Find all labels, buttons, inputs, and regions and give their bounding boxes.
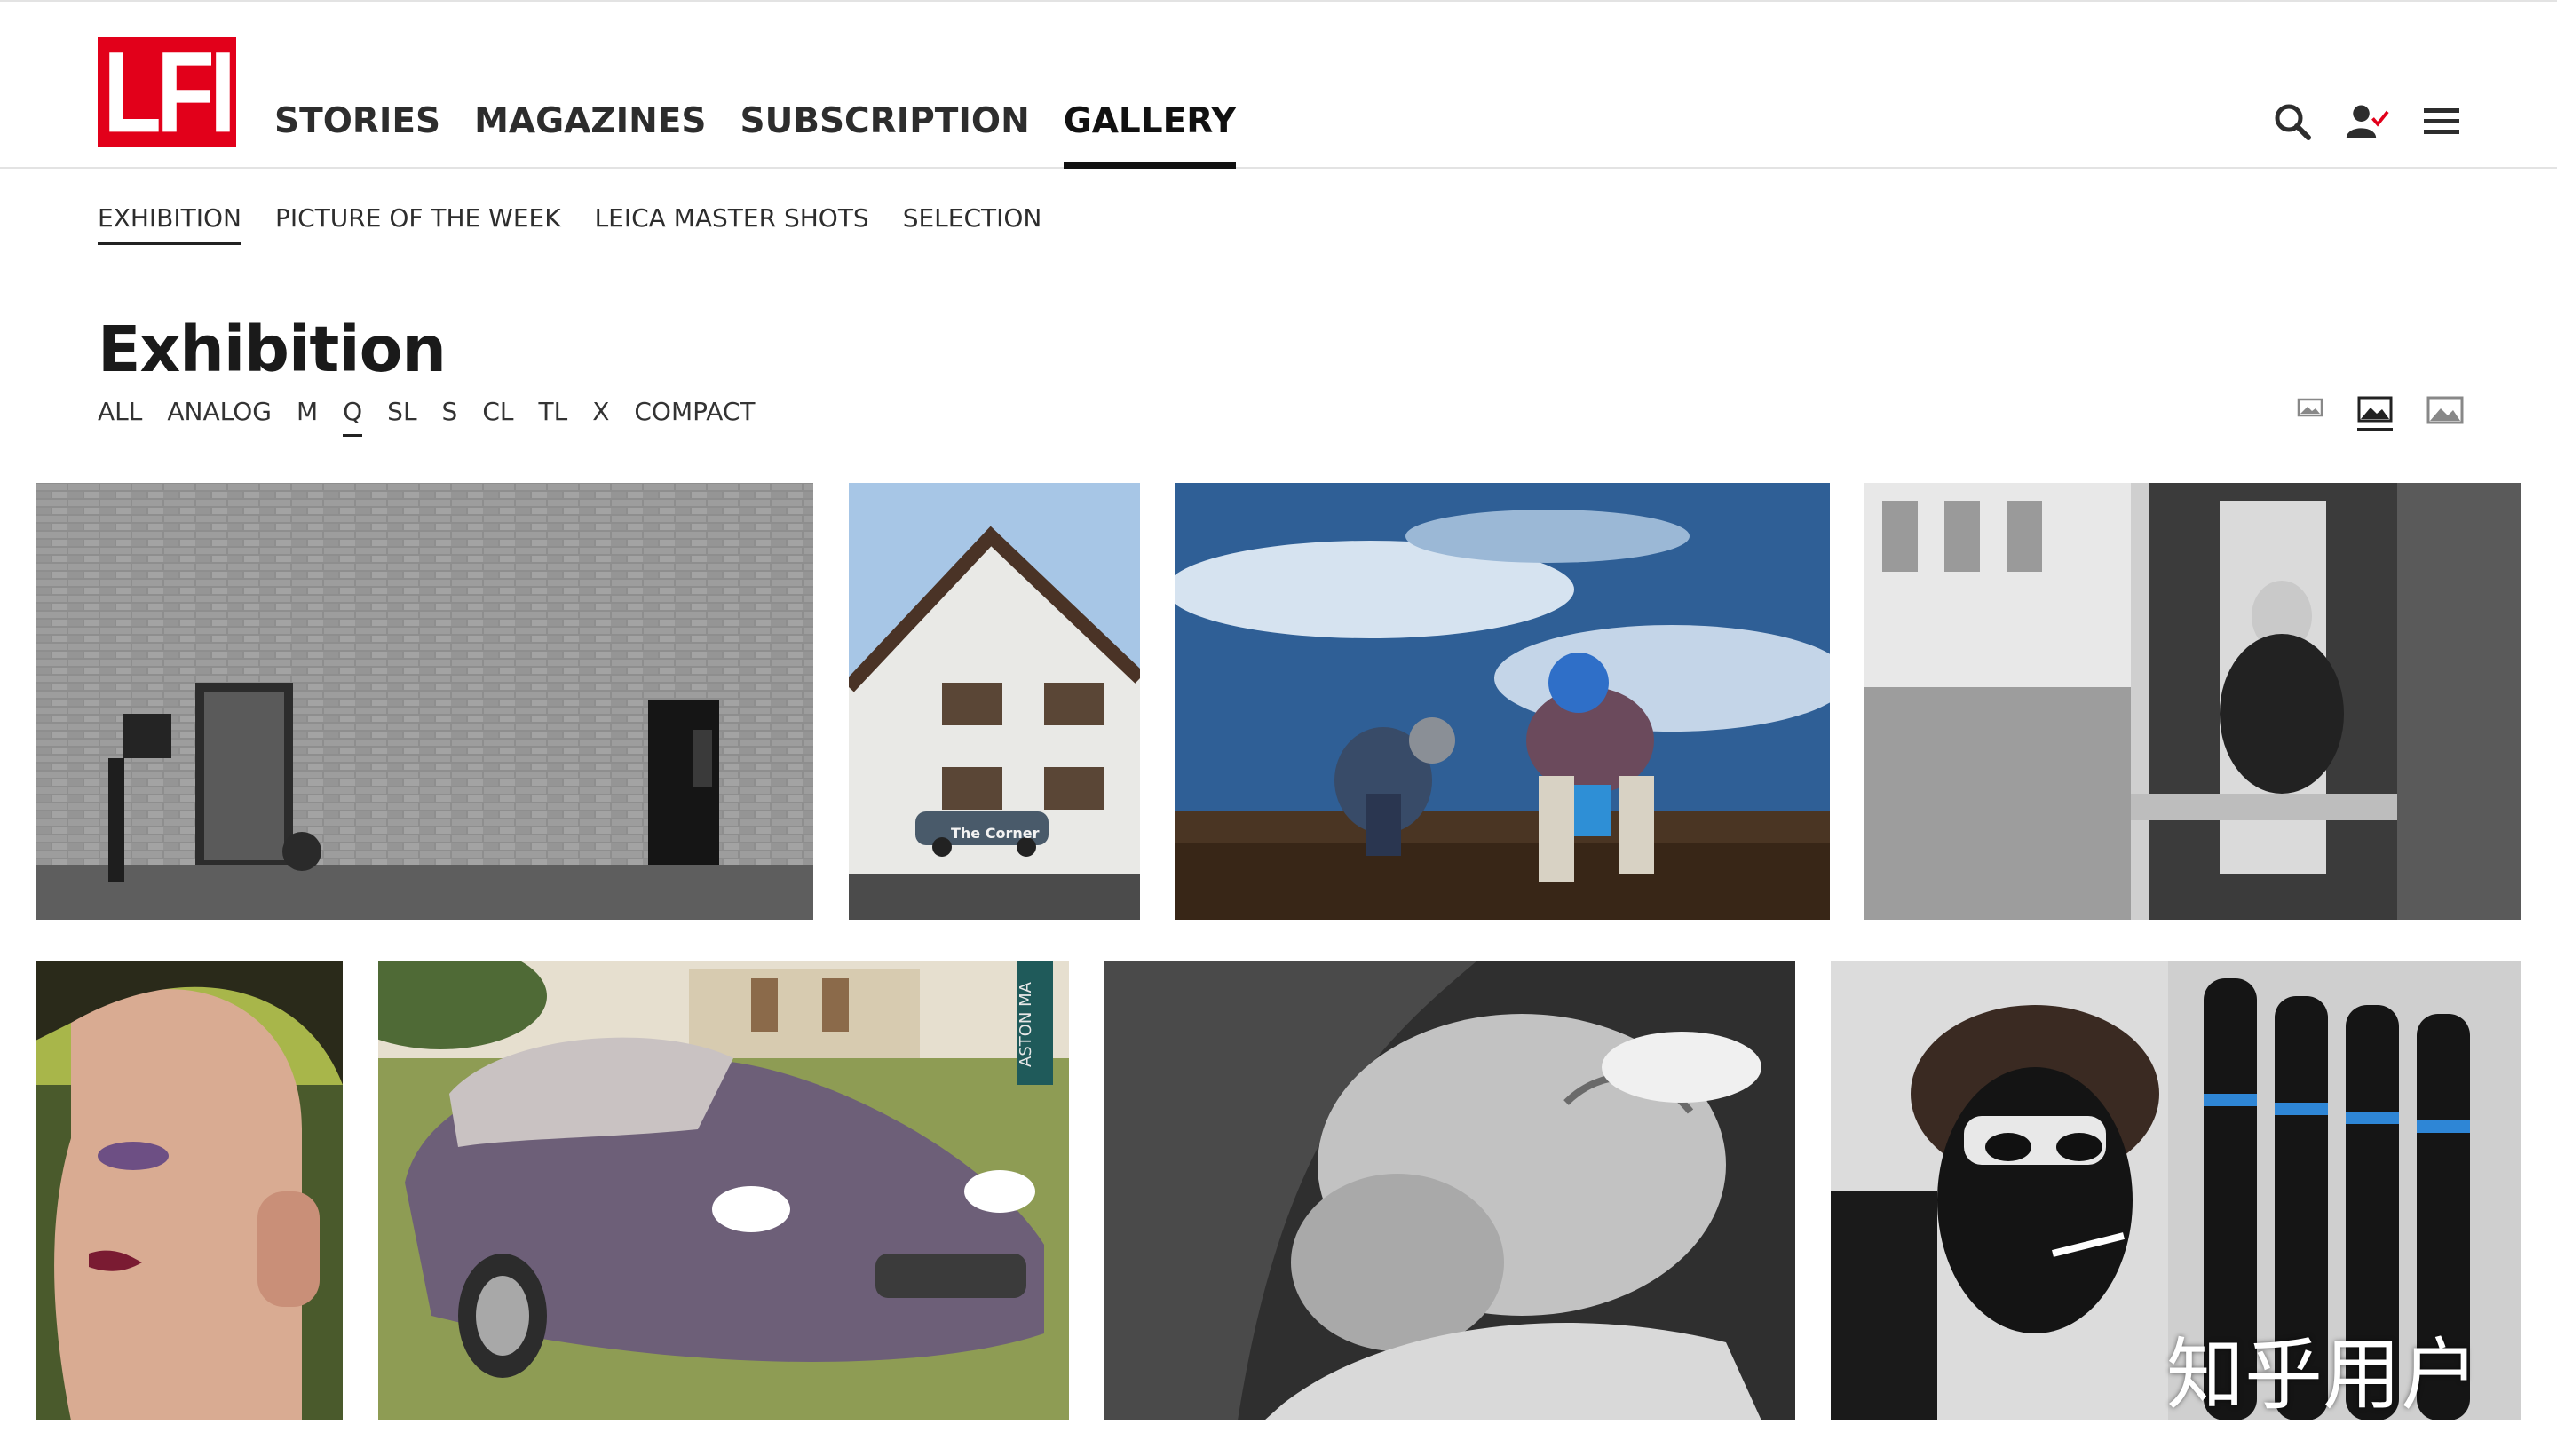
nav-stories[interactable]: STORIES (274, 101, 440, 169)
gallery-sub-nav: EXHIBITION PICTURE OF THE WEEK LEICA MAS… (98, 201, 1041, 245)
filter-analog[interactable]: ANALOG (167, 394, 272, 437)
filter-compact[interactable]: COMPACT (634, 394, 755, 437)
photo-sleeping-man[interactable] (1104, 961, 1795, 1420)
large-image-icon[interactable] (2426, 396, 2464, 424)
photo-caption-aston: ASTON MA (1017, 981, 1035, 1067)
filter-q[interactable]: Q (343, 394, 363, 437)
subnav-selection[interactable]: SELECTION (903, 201, 1042, 245)
view-size-toggles (2297, 396, 2464, 431)
camera-filter-nav: ALL ANALOG M Q SL S CL TL X COMPACT (98, 394, 756, 437)
header-icons (2270, 99, 2464, 144)
photo-white-house[interactable]: The Corner (849, 483, 1140, 920)
nav-magazines[interactable]: MAGAZINES (474, 101, 706, 169)
photo-brick-wall[interactable] (36, 483, 813, 920)
watermark: 知乎用户 (2166, 1329, 2480, 1420)
photo-field-workers[interactable] (1175, 483, 1830, 920)
photo-caption-the-corner: The Corner (951, 825, 1040, 842)
site-header: LFI STORIES MAGAZINES SUBSCRIPTION GALLE… (0, 0, 2557, 169)
filter-s[interactable]: S (442, 394, 458, 437)
photo-purple-car[interactable]: ASTON MA (378, 961, 1069, 1420)
search-icon[interactable] (2270, 99, 2315, 144)
page-title: Exhibition (98, 313, 447, 386)
filter-tl[interactable]: TL (538, 394, 567, 437)
user-check-icon[interactable] (2345, 99, 2389, 144)
filter-sl[interactable]: SL (387, 394, 416, 437)
main-nav: STORIES MAGAZINES SUBSCRIPTION GALLERY (274, 101, 1237, 170)
filter-x[interactable]: X (592, 394, 609, 437)
nav-gallery[interactable]: GALLERY (1063, 101, 1237, 169)
lfi-logo[interactable]: LFI (98, 27, 236, 157)
photo-portrait-profile[interactable] (36, 961, 343, 1420)
subnav-leica-master-shots[interactable]: LEICA MASTER SHOTS (595, 201, 869, 245)
photo-cafe-window[interactable] (1864, 483, 2521, 920)
filter-m[interactable]: M (297, 394, 318, 437)
logo-text: LFI (103, 27, 236, 157)
filter-all[interactable]: ALL (98, 394, 142, 437)
subnav-exhibition[interactable]: EXHIBITION (98, 201, 241, 245)
medium-image-icon[interactable] (2357, 396, 2393, 431)
nav-subscription[interactable]: SUBSCRIPTION (740, 101, 1029, 169)
small-image-icon[interactable] (2297, 396, 2323, 417)
menu-icon[interactable] (2419, 99, 2464, 144)
filter-cl[interactable]: CL (482, 394, 513, 437)
subnav-picture-of-the-week[interactable]: PICTURE OF THE WEEK (275, 201, 561, 245)
